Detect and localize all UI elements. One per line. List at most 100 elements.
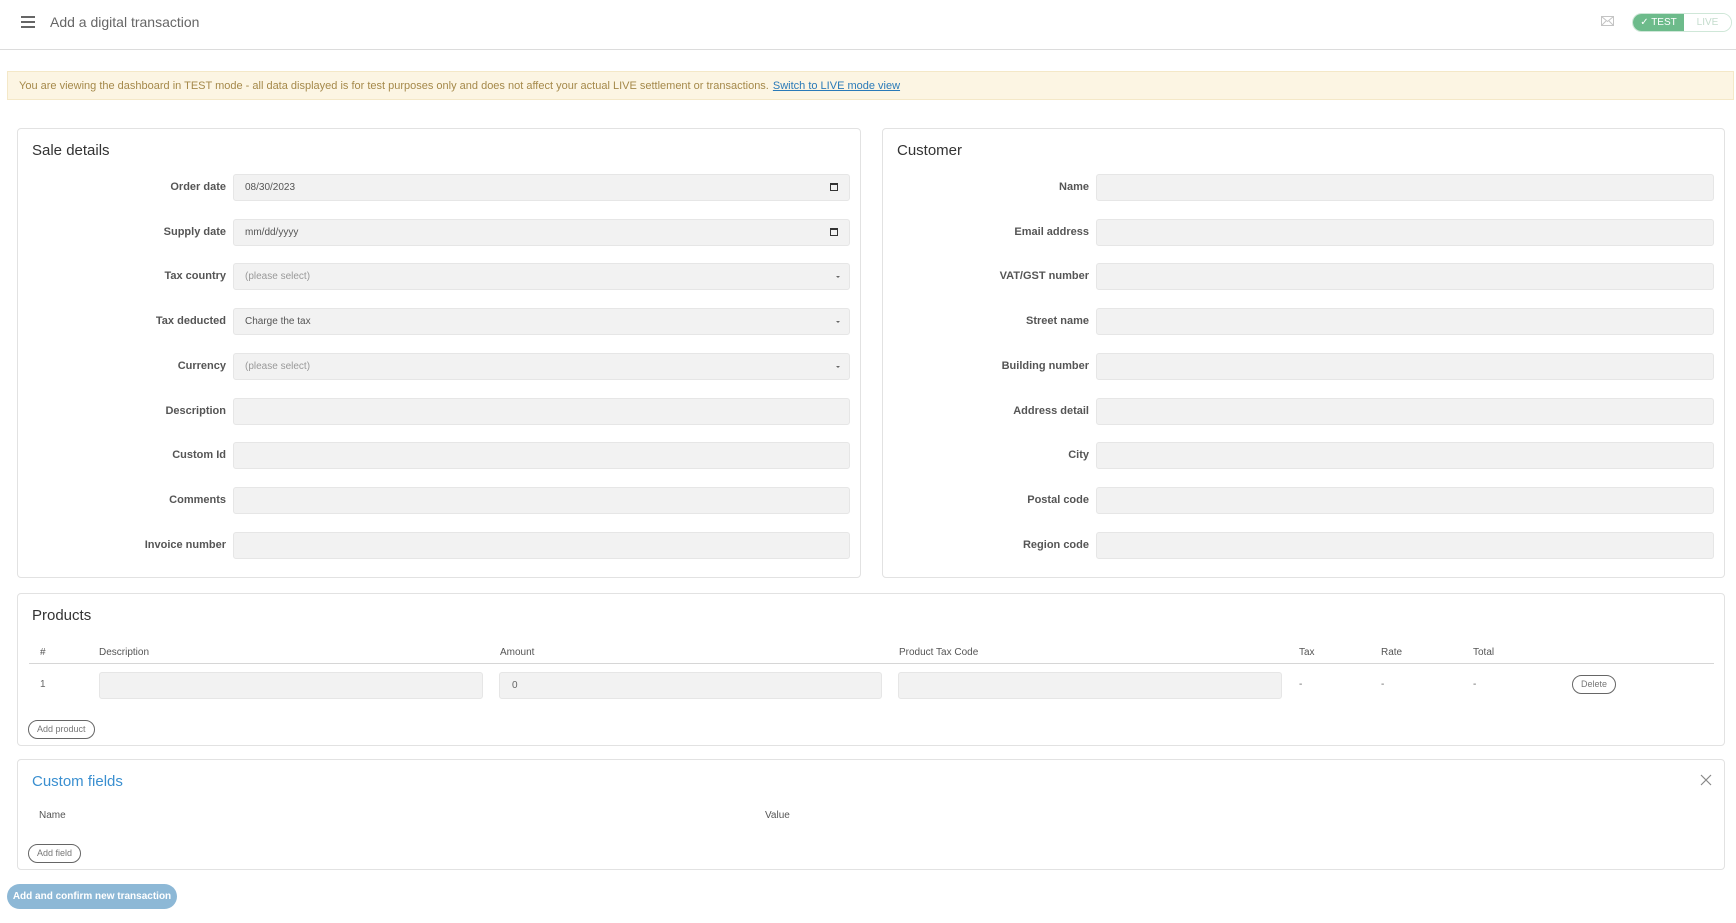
supply-date-label: Supply date (163, 225, 226, 238)
row-tax: - (1299, 679, 1303, 690)
col-header-value: Value (765, 810, 790, 821)
form-row-tax-country: Tax country (please select) (18, 263, 860, 291)
region-code-input[interactable] (1096, 531, 1714, 559)
close-icon[interactable] (1700, 774, 1712, 786)
form-row-currency: Currency (please select) (18, 352, 860, 380)
switch-to-live-link[interactable]: Switch to LIVE mode view (773, 80, 900, 92)
address-detail-label: Address detail (1013, 404, 1089, 417)
street-name-label: Street name (1026, 315, 1089, 328)
mode-toggle[interactable]: ✓ TEST LIVE (1632, 13, 1732, 32)
tax-deducted-label: Tax deducted (155, 315, 226, 328)
comments-label: Comments (169, 493, 226, 506)
order-date-input[interactable]: 08/30/2023 (233, 174, 850, 201)
vat-gst-number-label: VAT/GST number (999, 270, 1089, 283)
building-number-label: Building number (1001, 359, 1089, 372)
invoice-number-label: Invoice number (144, 538, 226, 551)
form-row-tax-deducted: Tax deducted Charge the tax (18, 308, 860, 336)
form-row-address-detail: Address detail (883, 397, 1724, 425)
product-amount-input[interactable]: 0 (499, 672, 882, 699)
address-detail-input[interactable] (1096, 397, 1714, 425)
col-header-name: Name (39, 810, 66, 821)
region-code-label: Region code (1022, 538, 1089, 551)
product-tax-code-input[interactable] (898, 672, 1282, 699)
col-header-number: # (40, 647, 46, 658)
custom-id-input[interactable] (233, 442, 850, 470)
tax-deducted-value: Charge the tax (245, 316, 311, 328)
calendar-icon[interactable] (830, 227, 838, 236)
form-row-region-code: Region code (883, 531, 1724, 559)
description-input[interactable] (233, 397, 850, 425)
supply-date-input[interactable]: mm/dd/yyyy (233, 218, 850, 246)
vat-gst-number-input[interactable] (1096, 263, 1714, 291)
comments-input[interactable] (233, 486, 850, 514)
order-date-value: 08/30/2023 (245, 182, 296, 193)
custom-fields-card: Custom fields Name Value Add field (17, 759, 1725, 870)
tax-country-value: (please select) (245, 271, 311, 283)
currency-value: (please select) (245, 360, 311, 372)
email-address-label: Email address (1014, 225, 1089, 238)
currency-select[interactable]: (please select) (233, 352, 850, 380)
add-field-button[interactable]: Add field (28, 844, 82, 863)
tax-country-select[interactable]: (please select) (233, 263, 850, 291)
add-confirm-transaction-button[interactable]: Add and confirm new transaction (7, 884, 177, 909)
row-rate: - (1381, 679, 1385, 690)
tax-country-label: Tax country (164, 270, 226, 283)
calendar-icon[interactable] (830, 183, 838, 191)
col-header-total: Total (1473, 647, 1495, 658)
col-header-tax-code: Product Tax Code (899, 647, 979, 658)
tax-deducted-select[interactable]: Charge the tax (233, 308, 850, 336)
postal-code-label: Postal code (1027, 493, 1089, 506)
banner-text: You are viewing the dashboard in TEST mo… (19, 79, 769, 92)
name-label: Name (1059, 181, 1089, 193)
dropdown-arrow-icon (836, 276, 840, 279)
col-header-description: Description (99, 647, 150, 658)
mode-test-option[interactable]: ✓ TEST (1633, 14, 1684, 31)
form-row-comments: Comments (18, 486, 860, 514)
customer-title: Customer (897, 142, 963, 159)
dropdown-arrow-icon (836, 365, 840, 368)
invoice-number-input[interactable] (233, 531, 850, 559)
row-number: 1 (40, 679, 46, 690)
table-header-divider (29, 663, 1714, 664)
building-number-input[interactable] (1096, 352, 1714, 380)
form-row-invoice-number: Invoice number (18, 531, 860, 559)
form-row-name: Name (883, 174, 1724, 201)
dropdown-arrow-icon (836, 321, 840, 324)
products-title: Products (32, 607, 92, 624)
name-input[interactable] (1096, 174, 1714, 201)
delete-product-button[interactable]: Delete (1572, 675, 1617, 694)
form-row-building-number: Building number (883, 352, 1724, 380)
sale-details-card: Sale details Order date 08/30/2023 Supply … (17, 128, 861, 578)
test-mode-banner: You are viewing the dashboard in TEST mo… (7, 71, 1734, 100)
postal-code-input[interactable] (1096, 486, 1714, 514)
form-row-supply-date: Supply date mm/dd/yyyy (18, 218, 860, 246)
hamburger-menu-icon[interactable] (21, 16, 35, 28)
col-header-amount: Amount (500, 647, 535, 658)
street-name-input[interactable] (1096, 308, 1714, 336)
custom-fields-title: Custom fields (32, 773, 123, 790)
city-label: City (1068, 449, 1089, 462)
envelope-icon[interactable] (1601, 16, 1614, 26)
page-title: Add a digital transaction (50, 14, 200, 30)
sale-details-title: Sale details (32, 142, 110, 159)
form-row-email-address: Email address (883, 218, 1724, 246)
form-row-custom-id: Custom Id (18, 442, 860, 470)
form-row-street-name: Street name (883, 308, 1724, 336)
product-description-input[interactable] (99, 672, 483, 699)
form-row-order-date: Order date 08/30/2023 (18, 174, 860, 201)
top-header: Add a digital transaction ✓ TEST LIVE (0, 0, 1736, 50)
city-input[interactable] (1096, 442, 1714, 470)
custom-id-label: Custom Id (172, 449, 226, 462)
products-card: Products # Description Amount Product Ta… (17, 593, 1725, 746)
row-total: - (1473, 679, 1477, 690)
form-row-postal-code: Postal code (883, 486, 1724, 514)
add-product-button[interactable]: Add product (28, 720, 95, 739)
customer-card: Customer Name Email address VAT/GST number… (882, 128, 1725, 578)
order-date-label: Order date (170, 181, 226, 193)
form-row-description: Description (18, 397, 860, 425)
mode-live-option[interactable]: LIVE (1684, 14, 1731, 31)
col-header-tax: Tax (1299, 647, 1315, 658)
form-row-vat-gst-number: VAT/GST number (883, 263, 1724, 291)
email-address-input[interactable] (1096, 218, 1714, 246)
col-header-rate: Rate (1381, 647, 1403, 658)
